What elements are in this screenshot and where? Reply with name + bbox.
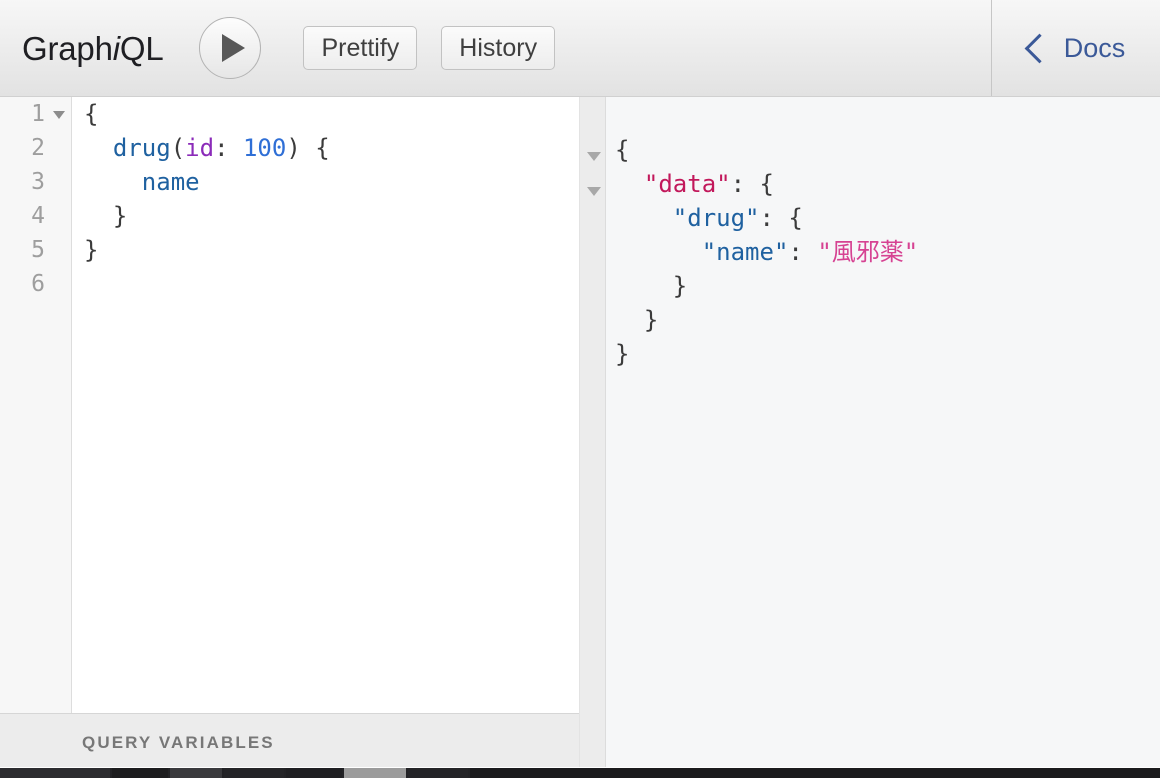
code-token: } bbox=[84, 236, 99, 264]
result-code-line: "drug": { bbox=[615, 201, 918, 235]
result-fold-triangle-icon[interactable] bbox=[587, 152, 601, 161]
query-variables-bar[interactable]: QUERY VARIABLES bbox=[0, 713, 579, 767]
line-number: 1 bbox=[0, 97, 71, 131]
result-pane: { "data": { "drug": { "name": "風邪薬" } }} bbox=[606, 97, 1160, 767]
code-token: : { bbox=[759, 204, 803, 232]
logo-suffix: QL bbox=[119, 29, 164, 67]
code-token: { bbox=[615, 136, 630, 164]
code-token: : bbox=[788, 238, 818, 266]
execute-query-button[interactable] bbox=[199, 17, 262, 79]
taskbar-segment bbox=[344, 768, 406, 778]
toolbar-left-group: GraphiQL Prettify History bbox=[0, 0, 990, 96]
line-number: 4 bbox=[31, 203, 45, 229]
code-token: : bbox=[214, 134, 243, 162]
taskbar-segment bbox=[0, 768, 110, 778]
code-token: "風邪薬" bbox=[817, 238, 919, 266]
pane-resize-handle[interactable] bbox=[579, 97, 606, 767]
taskbar-segment bbox=[170, 768, 222, 778]
result-fold-triangle-icon[interactable] bbox=[587, 187, 601, 196]
result-code-line: "name": "風邪薬" bbox=[615, 235, 919, 269]
query-code-line: { bbox=[84, 97, 330, 131]
query-code-line: } bbox=[84, 233, 330, 267]
graphiql-app: GraphiQL Prettify History Docs 1 2 3 4 5 6 { … bbox=[0, 0, 1160, 778]
history-label: History bbox=[459, 33, 538, 62]
taskbar-segment bbox=[470, 768, 1160, 778]
code-token: id bbox=[185, 134, 215, 162]
code-token: : { bbox=[730, 170, 774, 198]
line-number: 3 bbox=[31, 169, 45, 195]
code-token: } bbox=[112, 202, 128, 230]
result-json-code: { "data": { "drug": { "name": "風邪薬" } }} bbox=[615, 133, 918, 371]
code-token: "name" bbox=[701, 238, 789, 266]
history-button[interactable]: History bbox=[441, 26, 556, 70]
code-token: drug bbox=[112, 134, 171, 162]
prettify-button[interactable]: Prettify bbox=[303, 26, 418, 70]
line-number: 5 bbox=[31, 237, 45, 263]
toolbar: GraphiQL Prettify History Docs bbox=[0, 0, 1160, 97]
play-triangle-icon bbox=[221, 34, 245, 62]
query-code-line bbox=[84, 267, 330, 301]
taskbar-segment bbox=[112, 768, 168, 778]
taskbar-segment bbox=[224, 768, 284, 778]
result-code-line: } bbox=[615, 337, 918, 371]
result-code-line: { bbox=[615, 133, 918, 167]
docs-toggle-button[interactable]: Docs bbox=[991, 0, 1160, 96]
query-code-line: name bbox=[84, 165, 330, 199]
prettify-label: Prettify bbox=[321, 33, 400, 62]
line-number: 2 bbox=[31, 135, 45, 161]
code-token: "data" bbox=[643, 170, 731, 198]
chevron-left-icon bbox=[1024, 33, 1055, 63]
result-code-line: "data": { bbox=[615, 167, 918, 201]
code-token: name bbox=[141, 168, 200, 196]
logo-prefix: Graph bbox=[22, 29, 113, 67]
query-variables-label: QUERY VARIABLES bbox=[82, 733, 275, 752]
result-code-line: } bbox=[615, 269, 918, 303]
code-token: "drug" bbox=[672, 204, 760, 232]
code-token: ) { bbox=[286, 134, 330, 162]
fold-triangle-icon[interactable] bbox=[53, 111, 65, 119]
query-editor-code[interactable]: { drug(id: 100) { name }} bbox=[84, 97, 330, 301]
logo-italic-i: i bbox=[112, 29, 120, 67]
code-token: 100 bbox=[242, 134, 287, 162]
query-editor-pane[interactable]: 1 2 3 4 5 6 { drug(id: 100) { name }} bbox=[0, 97, 579, 713]
editor-line-number-gutter: 1 2 3 4 5 6 bbox=[0, 97, 72, 713]
code-token: ( bbox=[170, 134, 186, 162]
docs-label: Docs bbox=[1063, 32, 1126, 63]
code-token: { bbox=[84, 100, 99, 128]
os-taskbar-strip bbox=[0, 768, 1160, 778]
code-token: } bbox=[615, 340, 630, 368]
line-number: 6 bbox=[31, 271, 45, 297]
app-logo: GraphiQL bbox=[22, 29, 164, 67]
code-token: } bbox=[672, 272, 688, 300]
code-token: } bbox=[643, 306, 659, 334]
result-code-line: } bbox=[615, 303, 918, 337]
taskbar-segment bbox=[408, 768, 468, 778]
taskbar-segment bbox=[286, 768, 342, 778]
query-code-line: drug(id: 100) { bbox=[84, 131, 330, 165]
query-code-line: } bbox=[84, 199, 330, 233]
